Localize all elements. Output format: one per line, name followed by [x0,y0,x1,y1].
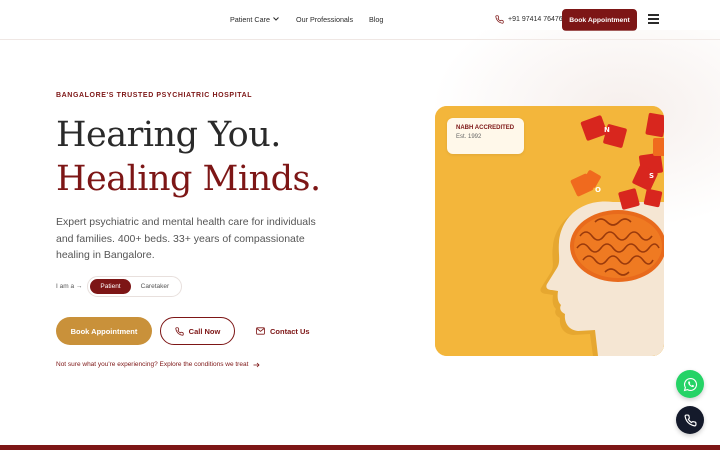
hero-title: Hearing You. Healing Minds. [56,113,321,201]
phone-icon [175,326,184,336]
header-book-appointment-button[interactable]: Book Appointment [562,9,637,31]
nav-blog[interactable]: Blog [369,15,383,24]
accreditation-badge: NABH ACCREDITED Est. 1992 [447,118,524,154]
toggle-caretaker[interactable]: Caretaker [131,279,180,294]
audience-label: I am a → [56,283,83,290]
arrow-right-icon [253,362,260,367]
nav-patient-care-label: Patient Care [230,15,270,24]
audience-selector: I am a → Patient Caretaker [56,276,183,297]
hero-title-line2: Healing Minds. [56,159,321,199]
contact-us-link[interactable]: Contact Us [256,317,310,345]
hero-eyebrow: BANGALORE'S TRUSTED PSYCHIATRIC HOSPITAL [56,92,253,99]
header-phone-link[interactable]: +91 97414 76476 [495,15,563,24]
section-divider-bar [0,445,720,450]
contact-us-label: Contact Us [270,326,310,336]
phone-icon [684,413,697,426]
phone-icon [495,15,504,24]
explore-conditions-link[interactable]: Not sure what you're experiencing? Explo… [56,361,260,368]
svg-text:N: N [604,126,610,134]
book-appointment-button[interactable]: Book Appointment [56,317,152,345]
whatsapp-icon [683,377,697,391]
call-now-button[interactable]: Call Now [160,317,235,345]
hero-lead-text: Expert psychiatric and mental health car… [56,216,316,261]
whatsapp-button[interactable] [676,370,704,398]
hero-image-card: N S O NABH ACCREDITED Est. 1992 [435,106,664,356]
chevron-down-icon [273,17,279,21]
svg-text:S: S [649,172,654,180]
audience-toggle: Patient Caretaker [87,276,183,297]
mail-icon [256,327,265,335]
explore-conditions-label: Not sure what you're experiencing? Explo… [56,361,249,368]
badge-title: NABH ACCREDITED [456,125,515,131]
svg-text:O: O [595,186,601,194]
hamburger-icon[interactable] [648,14,659,24]
header-phone-number: +91 97414 76476 [508,16,563,23]
nav-patient-care[interactable]: Patient Care [230,15,279,24]
toggle-patient[interactable]: Patient [90,279,131,294]
floating-call-button[interactable] [676,406,704,434]
badge-established: Est. 1992 [456,134,482,140]
hero-title-line1: Hearing You. [56,115,281,155]
nav-our-professionals[interactable]: Our Professionals [296,15,353,24]
call-now-label: Call Now [188,326,221,336]
